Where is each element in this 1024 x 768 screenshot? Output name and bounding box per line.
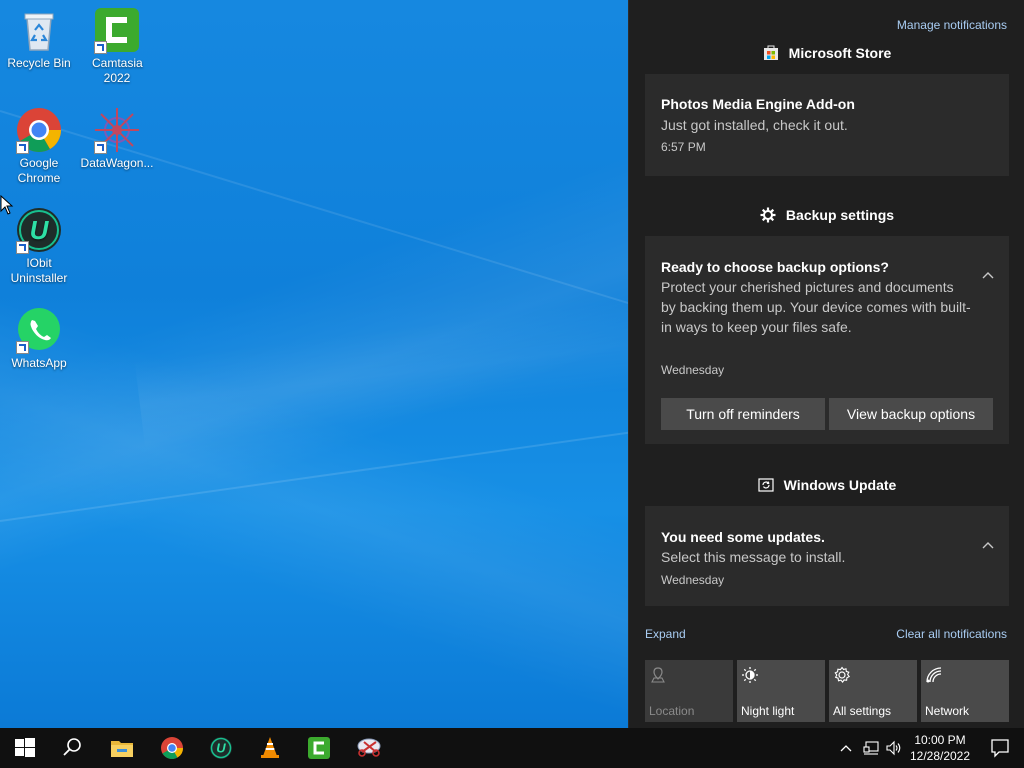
whatsapp-icon [15,306,63,354]
clock-date: 12/28/2022 [909,749,971,763]
iobit-uninstaller-icon: U [210,737,232,759]
wallpaper-light-beam [0,419,628,522]
desktop-icon-datawagon[interactable]: DataWagon... [78,106,156,171]
manage-notifications-link[interactable]: Manage notifications [897,18,1007,32]
notification-time: Wednesday [661,363,725,377]
view-backup-options-button[interactable]: View backup options [829,398,993,430]
shortcut-arrow-icon [94,41,107,54]
mouse-cursor-icon [0,195,14,215]
snipping-tool-icon [357,738,381,757]
desktop-icon-recycle-bin[interactable]: Recycle Bin [0,6,78,71]
settings-icon [834,666,851,684]
desktop-icon-label: IObit Uninstaller [10,256,68,285]
notification-body: Protect your cherished pictures and docu… [661,279,971,335]
search-icon [63,738,81,756]
quick-action-label: Network [925,704,970,718]
action-center: Manage notifications Microsoft Store Pho… [628,0,1024,728]
taskbar-vlc[interactable] [246,728,294,768]
taskbar-iobit-uninstaller[interactable]: U [197,728,245,768]
notification-group-title: Windows Update [783,477,897,493]
notification-title: Ready to choose backup options? [661,259,889,275]
quick-action-night-light[interactable]: Night light [737,660,825,722]
svg-text:U: U [30,215,50,245]
notification-group-header-microsoft-store[interactable]: Microsoft Store [629,45,1024,61]
notification-card-photos-media-engine[interactable]: Photos Media Engine Add-on Just got inst… [645,74,1009,176]
taskbar-camtasia[interactable] [295,728,343,768]
notification-group-title: Microsoft Store [788,45,892,61]
shortcut-arrow-icon [94,141,107,154]
chevron-up-icon[interactable] [981,538,995,552]
desktop: Recycle Bin Camtasia 2022 Google Chrome [0,0,628,728]
chevron-up-icon[interactable] [838,740,854,756]
notification-group-header-backup-settings[interactable]: Backup settings [629,207,1024,223]
desktop-icon-iobit-uninstaller[interactable]: U IObit Uninstaller [0,206,78,286]
taskbar-file-explorer[interactable] [98,728,146,768]
file-explorer-icon [111,741,133,757]
action-center-button[interactable] [976,728,1024,768]
expand-quick-actions-link[interactable]: Expand [645,627,686,641]
notification-card-backup-options[interactable]: Ready to choose backup options? Protect … [645,236,1009,444]
quick-action-location[interactable]: Location [645,660,733,722]
notification-group-title: Backup settings [785,207,895,223]
wallpaper-light-beam [134,296,628,450]
turn-off-reminders-button[interactable]: Turn off reminders [661,398,825,430]
taskbar-clock[interactable]: 10:00 PM 12/28/2022 [908,732,972,764]
chrome-icon [161,737,183,759]
desktop-icon-label: DataWagon... [80,156,154,170]
gear-icon [760,207,776,223]
quick-action-label: Night light [741,704,795,718]
desktop-icon-label: Camtasia 2022 [92,56,143,85]
camtasia-icon [308,737,330,759]
notification-time: 6:57 PM [661,140,706,154]
recycle-bin-icon [15,6,63,54]
notification-group-header-windows-update[interactable]: Windows Update [629,477,1024,493]
night-light-icon [742,667,758,683]
notification-title: You need some updates. [661,529,825,545]
location-icon [651,667,665,683]
desktop-icon-camtasia[interactable]: Camtasia 2022 [78,6,156,86]
datawagon-icon [93,106,141,154]
shortcut-arrow-icon [16,141,29,154]
microsoft-store-icon [763,45,778,60]
shortcut-arrow-icon [16,341,29,354]
quick-action-label: All settings [833,704,892,718]
notification-card-windows-update[interactable]: You need some updates. Select this messa… [645,506,1009,606]
network-tray-icon[interactable] [863,740,879,756]
search-button[interactable] [48,728,96,768]
notification-icon [991,739,1009,758]
volume-icon[interactable] [886,740,902,756]
network-icon [926,667,942,683]
desktop-icon-label: Recycle Bin [7,56,71,70]
notification-body: Select this message to install. [661,549,846,565]
taskbar-snipping-tool[interactable] [344,728,392,768]
taskbar-chrome[interactable] [148,728,196,768]
desktop-icon-label: WhatsApp [11,356,67,370]
chrome-icon [15,106,63,154]
quick-action-network[interactable]: Network [921,660,1009,722]
camtasia-icon [93,6,141,54]
iobit-uninstaller-icon: U [15,206,63,254]
start-button[interactable] [0,728,48,768]
taskbar: U 10:00 PM 12/28/2022 [0,728,1024,768]
chevron-up-icon[interactable] [981,268,995,282]
vlc-icon [261,737,279,758]
notification-time: Wednesday [661,573,725,587]
desktop-icon-label: Google Chrome [17,156,61,185]
desktop-icon-google-chrome[interactable]: Google Chrome [0,106,78,186]
quick-action-label: Location [649,704,695,718]
windows-update-icon [758,478,774,492]
svg-text:U: U [216,741,226,756]
desktop-icon-whatsapp[interactable]: WhatsApp [0,306,78,371]
start-icon [15,738,35,757]
notification-title: Photos Media Engine Add-on [661,96,855,112]
clear-all-notifications-link[interactable]: Clear all notifications [896,627,1007,641]
shortcut-arrow-icon [16,241,29,254]
quick-action-all-settings[interactable]: All settings [829,660,917,722]
notification-body: Just got installed, check it out. [661,117,848,133]
clock-time: 10:00 PM [914,733,966,747]
